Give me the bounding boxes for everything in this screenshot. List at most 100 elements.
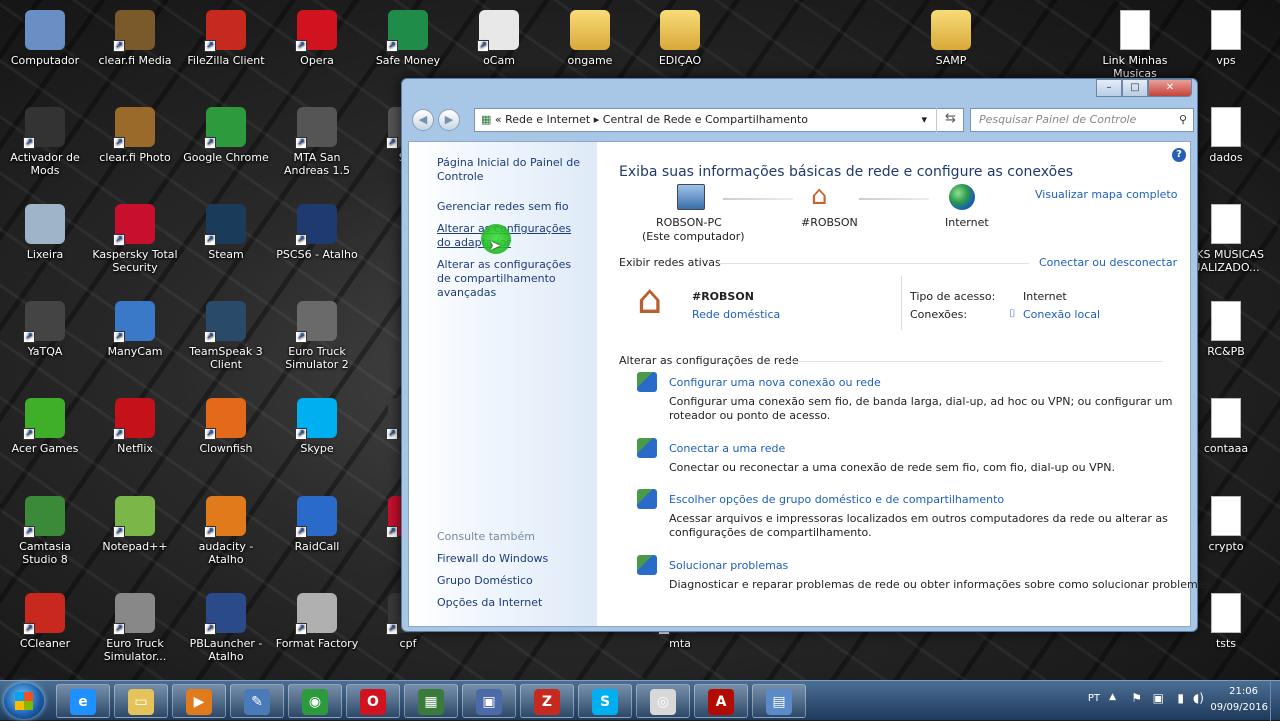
volume-icon[interactable]: ◖) [1193,691,1204,705]
windows-firewall-link[interactable]: Firewall do Windows [437,552,587,566]
taskbar-button[interactable]: ◎ [636,684,690,718]
breadcrumb-separator[interactable]: ▸ [594,113,600,126]
desktop-icon[interactable]: ↗ ManyCam [90,301,180,358]
desktop-icon[interactable]: ongame [545,10,635,67]
desktop-icon[interactable]: ↗ Google Chrome [181,107,271,164]
desktop-icon[interactable]: ↗ RaidCall [272,496,362,553]
chrome-icon: ↗ [204,107,246,149]
desktop-icon[interactable]: ↗ oCam [454,10,544,67]
network-monitor-icon: ▦ [418,689,444,715]
task-link[interactable]: Escolher opções de grupo doméstico e de … [669,493,1004,506]
desktop-icon[interactable]: ↗ Acer Games [0,398,90,455]
show-hidden-icons[interactable]: ▲ [1109,692,1116,702]
camtasia-icon: ↗ [23,496,65,538]
ocam-icon: ↗ [477,10,519,52]
power-icon[interactable]: ▮ [1177,691,1184,705]
breadcrumb-network-internet[interactable]: Rede e Internet [505,113,590,126]
back-button[interactable]: ◀ [412,109,434,131]
desktop-icon[interactable]: ↗ Camtasia Studio 8 [0,496,90,566]
view-full-map-link[interactable]: Visualizar mapa completo [1035,188,1177,201]
desktop-icon[interactable]: EDIÇAO [635,10,725,67]
desktop-icon[interactable]: ↗ Format Factory [272,593,362,650]
desktop-icon[interactable]: Lixeira [0,204,90,261]
desktop-icon-label: SAMP [935,54,967,67]
desktop-icon[interactable]: ↗ Euro Truck Simulator... [90,593,180,663]
document-icon [1211,496,1241,536]
desktop-icon[interactable]: ↗ clear.fi Media [90,10,180,67]
taskbar-button[interactable]: O [346,684,400,718]
task-link[interactable]: Solucionar problemas [669,559,788,572]
address-dropdown-icon[interactable]: ▾ [921,109,927,131]
taskbar-button[interactable]: S [578,684,632,718]
desktop-icon[interactable]: vps [1181,10,1271,67]
manage-wireless-link[interactable]: Gerenciar redes sem fio [437,200,587,214]
start-button[interactable] [4,683,44,719]
taskbar-button[interactable]: ◉ [288,684,342,718]
advanced-sharing-link[interactable]: Alterar as configurações de compartilham… [437,258,587,300]
desktop-icon[interactable]: Link Minhas Musicas [1090,10,1180,80]
breadcrumb-network-center[interactable]: Central de Rede e Compartilhamento [603,113,808,126]
desktop-icon[interactable]: ↗ CCleaner [0,593,90,650]
desktop-icon[interactable]: ↗ Clownfish [181,398,271,455]
change-adapter-settings-link[interactable]: Alterar as configurações do adaptador [437,222,587,250]
show-desktop-button[interactable] [1270,681,1280,721]
desktop-icon[interactable]: ↗ Safe Money [363,10,453,67]
taskbar-button[interactable]: A [694,684,748,718]
recycle-bin-icon [25,204,65,244]
minimize-button[interactable]: – [1096,79,1122,97]
taskbar-button[interactable]: ▶ [172,684,226,718]
homegroup-link[interactable]: Grupo Doméstico [437,574,587,588]
taskbar-button[interactable]: Z [520,684,574,718]
desktop-icon[interactable]: ↗ audacity - Atalho [181,496,271,566]
desktop-icon[interactable]: ↗ Netflix [90,398,180,455]
address-overflow[interactable]: « [495,113,502,126]
desktop-icon[interactable]: ↗ PSCS6 - Atalho [272,204,362,261]
desktop-icon[interactable]: ↗ Steam [181,204,271,261]
language-indicator[interactable]: PT [1088,693,1100,704]
desktop-icon[interactable]: ↗ YaTQA [0,301,90,358]
desktop-icon[interactable]: ↗ clear.fi Photo [90,107,180,164]
skype-icon: S [592,689,618,715]
forward-button[interactable]: ▶ [438,109,460,131]
taskbar-button[interactable]: ▣ [462,684,516,718]
taskbar-button[interactable]: ▦ [404,684,458,718]
refresh-button[interactable]: ⇆ [936,108,964,132]
address-bar[interactable]: ▦ « Rede e Internet ▸ Central de Rede e … [474,108,964,132]
help-icon[interactable]: ? [1172,148,1186,162]
desktop-icon[interactable]: ↗ Skype [272,398,362,455]
search-icon[interactable]: ⚲ [1179,109,1187,131]
desktop-icon[interactable]: ↗ PBLauncher - Atalho [181,593,271,663]
desktop-icon[interactable]: ↗ Kaspersky Total Security [90,204,180,274]
desktop-icon[interactable]: SAMP [906,10,996,67]
network-tray-icon[interactable]: ▣ [1153,691,1164,705]
desktop-icon[interactable]: ↗ FileZilla Client [181,10,271,67]
shortcut-arrow-icon: ↗ [295,137,307,149]
desktop-icon[interactable]: ↗ Euro Truck Simulator 2 [272,301,362,371]
desktop-icon-label: dados [1209,151,1243,164]
internet-options-link[interactable]: Opções da Internet [437,596,587,610]
task-link[interactable]: Conectar a uma rede [669,442,785,455]
taskbar-button[interactable]: ▤ [752,684,806,718]
desktop-icon[interactable]: ↗ TeamSpeak 3 Client [181,301,271,371]
connect-disconnect-link[interactable]: Conectar ou desconectar [1039,256,1177,269]
computer-name: ROBSON-PC [656,216,722,229]
taskbar-button[interactable]: ▭ [114,684,168,718]
close-button[interactable]: ✕ [1148,79,1192,97]
control-panel-home-link[interactable]: Página Inicial do Painel de Controle [437,156,587,184]
clock-date[interactable]: 09/09/2016 [1210,702,1268,713]
action-center-icon[interactable]: ⚑ [1131,691,1142,705]
desktop-icon[interactable]: ↗ Activador de Mods [0,107,90,177]
desktop-icon[interactable]: Computador [0,10,90,67]
desktop-icon[interactable]: ↗ Notepad++ [90,496,180,553]
shortcut-arrow-icon: ↗ [113,623,125,635]
task-link[interactable]: Configurar uma nova conexão ou rede [669,376,881,389]
maximize-button[interactable]: □ [1122,79,1148,97]
desktop-icon[interactable]: ↗ Opera [272,10,362,67]
search-input[interactable]: Pesquisar Painel de Controle ⚲ [970,108,1194,132]
clock-time[interactable]: 21:06 [1229,686,1258,697]
local-connection-link[interactable]: Conexão local [1023,308,1100,321]
network-type-link[interactable]: Rede doméstica [692,308,780,321]
taskbar-button[interactable]: e [56,684,110,718]
desktop-icon[interactable]: ↗ MTA San Andreas 1.5 [272,107,362,177]
taskbar-button[interactable]: ✎ [230,684,284,718]
